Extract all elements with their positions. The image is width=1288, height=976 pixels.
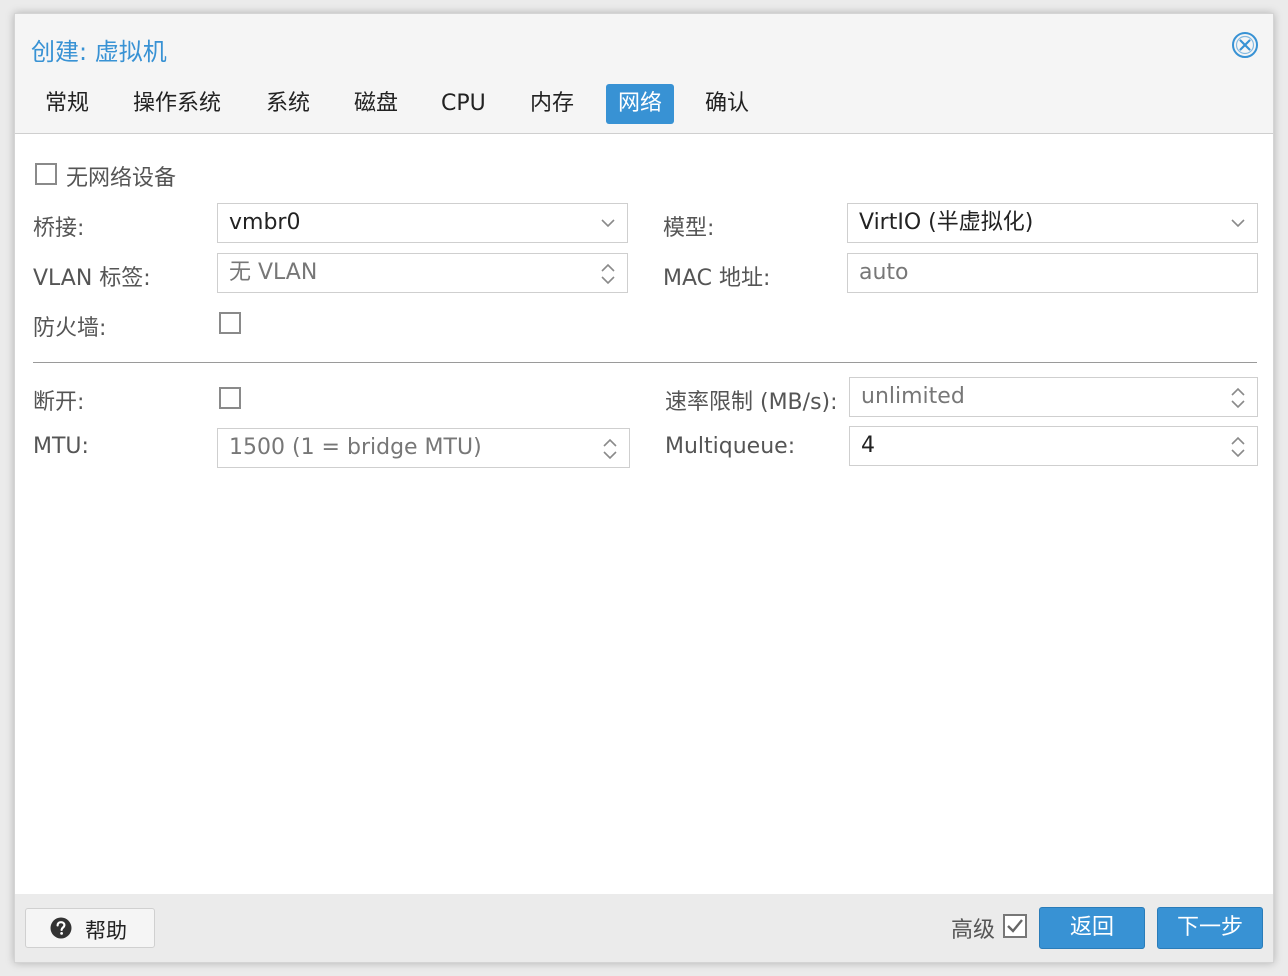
no-network-checkbox[interactable] [35, 163, 57, 185]
close-icon[interactable] [1231, 31, 1259, 59]
tab-system[interactable]: 系统 [254, 84, 322, 124]
vlan-label: VLAN 标签: [33, 266, 151, 291]
checkbox-checked-icon[interactable] [1003, 914, 1027, 938]
chevron-down-icon [601, 219, 615, 228]
mtu-placeholder: 1500 (1 = bridge MTU) [229, 435, 482, 460]
disconnect-label: 断开: [33, 390, 85, 415]
bridge-value: vmbr0 [229, 210, 301, 235]
mac-address-field[interactable]: auto [847, 253, 1258, 293]
chevron-down-icon [1231, 219, 1245, 228]
rate-limit-label: 速率限制 (MB/s): [665, 390, 838, 415]
tab-general[interactable]: 常规 [33, 84, 101, 124]
spinner-icon[interactable] [601, 435, 619, 463]
firewall-label: 防火墙: [33, 316, 107, 341]
network-form: 无网络设备 桥接: vmbr0 模型: VirtIO (半虚拟化) VLAN 标… [15, 133, 1273, 897]
help-button[interactable]: 帮助 [25, 908, 155, 948]
dialog-footer: 帮助 高级 返回 下一步 [15, 894, 1273, 962]
create-vm-dialog: 创建: 虚拟机 常规 操作系统 系统 磁盘 CPU 内存 网络 确认 无网络设备… [14, 13, 1274, 963]
model-value: VirtIO (半虚拟化) [859, 210, 1034, 235]
no-network-label: 无网络设备 [66, 166, 177, 191]
help-icon [50, 917, 72, 939]
rate-limit-placeholder: unlimited [861, 384, 965, 409]
multiqueue-field[interactable]: 4 [849, 426, 1258, 466]
multiqueue-label: Multiqueue: [665, 434, 796, 459]
tab-network[interactable]: 网络 [606, 84, 675, 124]
mac-placeholder: auto [859, 260, 909, 285]
tab-cpu[interactable]: CPU [429, 84, 498, 124]
multiqueue-value: 4 [861, 433, 875, 458]
tab-os[interactable]: 操作系统 [121, 84, 233, 124]
firewall-checkbox[interactable] [219, 312, 241, 334]
model-label: 模型: [663, 216, 715, 241]
back-button[interactable]: 返回 [1039, 907, 1145, 949]
spinner-icon[interactable] [1229, 384, 1247, 412]
disconnect-checkbox[interactable] [219, 387, 241, 409]
tab-memory[interactable]: 内存 [518, 84, 586, 124]
advanced-label: 高级 [950, 918, 995, 943]
next-button[interactable]: 下一步 [1157, 907, 1263, 949]
section-divider [33, 362, 1257, 363]
mtu-field[interactable]: 1500 (1 = bridge MTU) [217, 428, 630, 468]
spinner-icon[interactable] [599, 260, 617, 288]
spinner-icon[interactable] [1229, 433, 1247, 461]
mtu-label: MTU: [33, 434, 89, 459]
help-label: 帮助 [85, 919, 127, 943]
bridge-select[interactable]: vmbr0 [217, 203, 628, 243]
dialog-title: 创建: 虚拟机 [31, 38, 167, 66]
tab-disk[interactable]: 磁盘 [342, 84, 410, 124]
mac-label: MAC 地址: [663, 266, 771, 291]
bridge-label: 桥接: [33, 216, 85, 241]
vlan-placeholder: 无 VLAN [229, 260, 318, 285]
rate-limit-field[interactable]: unlimited [849, 377, 1258, 417]
tab-confirm[interactable]: 确认 [693, 84, 761, 124]
model-select[interactable]: VirtIO (半虚拟化) [847, 203, 1258, 243]
vlan-tag-field[interactable]: 无 VLAN [217, 253, 628, 293]
